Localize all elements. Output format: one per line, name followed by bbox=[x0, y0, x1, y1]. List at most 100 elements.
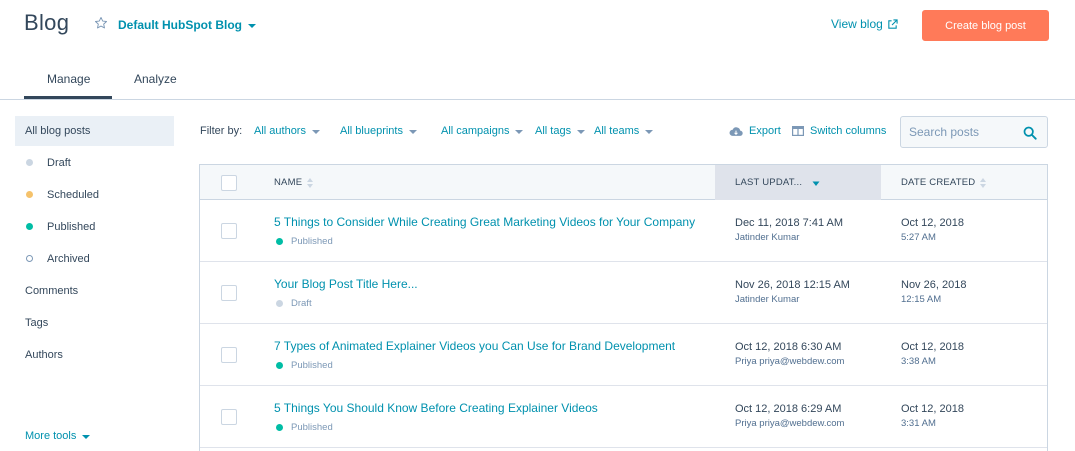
filter-label: All blueprints bbox=[340, 125, 403, 137]
status-label: Published bbox=[291, 360, 333, 371]
sidebar-item-authors[interactable]: Authors bbox=[15, 339, 174, 371]
create-blog-post-button[interactable]: Create blog post bbox=[922, 10, 1049, 41]
time-created: 3:38 AM bbox=[901, 356, 936, 367]
search-input[interactable] bbox=[909, 125, 1019, 139]
sort-descending-icon bbox=[812, 181, 820, 186]
sidebar-item-label: Archived bbox=[47, 253, 90, 265]
export-button[interactable]: Export bbox=[729, 125, 781, 137]
filter-label: All tags bbox=[535, 125, 572, 137]
published-status-dot bbox=[26, 223, 33, 230]
post-title-link[interactable]: Your Blog Post Title Here... bbox=[274, 277, 418, 291]
row-checkbox[interactable] bbox=[221, 347, 237, 363]
chevron-down-icon bbox=[247, 23, 256, 28]
date-created: Oct 12, 2018 bbox=[901, 217, 964, 229]
sidebar-item-all-blog-posts[interactable]: All blog posts bbox=[15, 116, 174, 146]
sidebar-item-draft[interactable]: Draft bbox=[15, 147, 174, 179]
filter-campaigns-dropdown[interactable]: All campaigns bbox=[441, 125, 524, 137]
sidebar-item-tags[interactable]: Tags bbox=[15, 307, 174, 339]
columns-icon bbox=[792, 126, 804, 136]
time-created: 3:31 AM bbox=[901, 418, 936, 429]
sidebar-item-label: Draft bbox=[47, 157, 71, 169]
view-blog-label: View blog bbox=[831, 17, 883, 31]
table-row: 5 Things to Consider While Creating Grea… bbox=[200, 200, 1047, 262]
post-title-link[interactable]: 5 Things You Should Know Before Creating… bbox=[274, 401, 598, 415]
filter-label: All campaigns bbox=[441, 125, 510, 137]
row-checkbox[interactable] bbox=[221, 223, 237, 239]
sidebar-item-archived[interactable]: Archived bbox=[15, 243, 174, 275]
active-tab-indicator bbox=[24, 96, 112, 99]
last-updated-date: Oct 12, 2018 6:30 AM bbox=[735, 341, 842, 353]
sidebar-item-label: Authors bbox=[25, 349, 63, 361]
filter-authors-dropdown[interactable]: All authors bbox=[254, 125, 320, 137]
date-created: Oct 12, 2018 bbox=[901, 341, 964, 353]
filter-bar: Filter by: All authors All blueprints Al… bbox=[200, 116, 1048, 148]
status-dot bbox=[276, 362, 283, 369]
tab-manage[interactable]: Manage bbox=[47, 72, 90, 86]
post-title-link[interactable]: 5 Things to Consider While Creating Grea… bbox=[274, 215, 695, 229]
archived-status-dot bbox=[26, 255, 33, 262]
author-name: Jatinder Kumar bbox=[735, 294, 800, 305]
sidebar-item-label: Published bbox=[47, 221, 96, 233]
author-name: Priya priya@webdew.com bbox=[735, 418, 845, 429]
page-header: Blog Default HubSpot Blog View blog Crea… bbox=[0, 0, 1075, 55]
sidebar-item-label: All blog posts bbox=[25, 125, 91, 137]
table-row: 5 Things You Should Know Before Creating… bbox=[200, 386, 1047, 448]
filter-label: All authors bbox=[254, 125, 306, 137]
status-badge: Published bbox=[276, 236, 333, 247]
chevron-down-icon bbox=[408, 129, 417, 134]
sidebar-item-comments[interactable]: Comments bbox=[15, 275, 174, 307]
sort-icon bbox=[307, 177, 314, 188]
posts-table: NAME LAST UPDAT... DATE CREATED 5 Things… bbox=[199, 164, 1048, 451]
sidebar-item-label: Scheduled bbox=[47, 189, 99, 201]
time-created: 5:27 AM bbox=[901, 232, 936, 243]
status-badge: Draft bbox=[276, 298, 312, 309]
column-header-date-created[interactable]: DATE CREATED bbox=[901, 165, 987, 200]
table-row: Your Blog Post Title Here... Draft Nov 2… bbox=[200, 262, 1047, 324]
sidebar-item-label: Tags bbox=[25, 317, 49, 329]
page-title: Blog bbox=[24, 10, 70, 35]
row-checkbox[interactable] bbox=[221, 409, 237, 425]
column-header-label: DATE CREATED bbox=[901, 177, 976, 188]
status-badge: Published bbox=[276, 360, 333, 371]
last-updated-date: Dec 11, 2018 7:41 AM bbox=[735, 217, 844, 229]
sidebar-item-label: Comments bbox=[25, 285, 79, 297]
status-dot bbox=[276, 238, 283, 245]
table-row: 7 Types of Animated Explainer Videos you… bbox=[200, 324, 1047, 386]
blog-selector-dropdown[interactable]: Default HubSpot Blog bbox=[118, 18, 256, 32]
filter-blueprints-dropdown[interactable]: All blueprints bbox=[340, 125, 417, 137]
sidebar-item-published[interactable]: Published bbox=[15, 211, 174, 243]
column-header-name[interactable]: NAME bbox=[274, 165, 314, 200]
status-dot bbox=[276, 300, 283, 307]
chevron-down-icon bbox=[82, 434, 91, 439]
select-all-checkbox[interactable] bbox=[221, 175, 237, 191]
chevron-down-icon bbox=[577, 129, 586, 134]
column-header-label: LAST UPDAT... bbox=[735, 177, 803, 188]
filter-teams-dropdown[interactable]: All teams bbox=[594, 125, 654, 137]
more-tools-dropdown[interactable]: More tools bbox=[25, 430, 91, 442]
sidebar-item-scheduled[interactable]: Scheduled bbox=[15, 179, 174, 211]
create-blog-post-label: Create blog post bbox=[945, 19, 1026, 32]
filter-by-label: Filter by: bbox=[200, 125, 243, 137]
star-icon[interactable] bbox=[94, 16, 108, 30]
column-header-label: NAME bbox=[274, 177, 303, 188]
sidebar: All blog posts Draft Scheduled Published… bbox=[15, 116, 174, 371]
chevron-down-icon bbox=[311, 129, 320, 134]
scheduled-status-dot bbox=[26, 191, 33, 198]
author-name: Priya priya@webdew.com bbox=[735, 356, 845, 367]
row-checkbox[interactable] bbox=[221, 285, 237, 301]
date-created: Nov 26, 2018 bbox=[901, 279, 967, 291]
author-name: Jatinder Kumar bbox=[735, 232, 800, 243]
table-header: NAME LAST UPDAT... DATE CREATED bbox=[200, 165, 1047, 200]
switch-columns-button[interactable]: Switch columns bbox=[792, 125, 886, 137]
search-icon[interactable] bbox=[1023, 126, 1037, 140]
status-badge: Published bbox=[276, 422, 333, 433]
status-dot bbox=[276, 424, 283, 431]
last-updated-date: Oct 12, 2018 6:29 AM bbox=[735, 403, 842, 415]
tab-analyze[interactable]: Analyze bbox=[134, 72, 177, 86]
status-label: Draft bbox=[291, 298, 312, 309]
column-header-last-updated[interactable]: LAST UPDAT... bbox=[715, 165, 881, 200]
post-title-link[interactable]: 7 Types of Animated Explainer Videos you… bbox=[274, 339, 675, 353]
blog-selector-label: Default HubSpot Blog bbox=[118, 18, 242, 32]
view-blog-link[interactable]: View blog bbox=[831, 17, 898, 31]
filter-tags-dropdown[interactable]: All tags bbox=[535, 125, 586, 137]
